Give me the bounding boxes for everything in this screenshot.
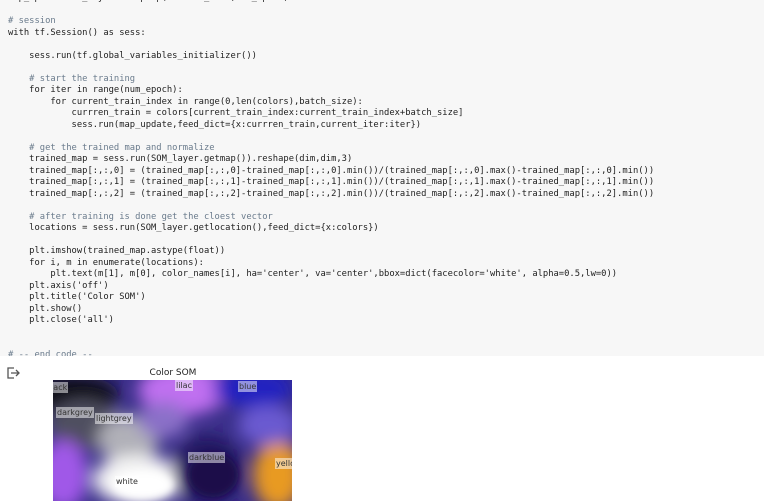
code-comment-line: # get the trained map and normalize <box>8 142 215 153</box>
figure-title: Color SOM <box>149 368 197 378</box>
som-label-yellow: yellow <box>275 458 292 469</box>
som-label-blue: blue <box>238 381 258 392</box>
code-editor[interactable]: map_update=SOM_layer.backprop(current_it… <box>8 0 654 356</box>
output-area: Color SOM ack lilac blue darkgrey lightg… <box>0 356 764 501</box>
code-line: for i, m in enumerate(locations): <box>8 257 204 268</box>
som-label-darkblue: darkblue <box>188 452 226 463</box>
code-line: trained_map = sess.run(SOM_layer.getmap(… <box>8 154 353 164</box>
cell-gutter <box>0 0 6 356</box>
som-label-lilac: lilac <box>175 380 193 391</box>
code-line: plt.axis('off') <box>8 280 109 291</box>
code-line: sess.run(tf.global_variables_initializer… <box>8 50 257 61</box>
code-comment-line: # start the training <box>8 73 136 84</box>
code-line: trained_map[:,:,1] = (trained_map[:,:,1]… <box>8 177 655 187</box>
som-label-white: white <box>115 476 139 487</box>
code-line: for current_train_index in range(0,len(c… <box>8 96 363 107</box>
som-label-lightgrey: lightgrey <box>95 413 133 424</box>
code-cell[interactable]: map_update=SOM_layer.backprop(current_it… <box>0 0 764 356</box>
som-label-black: black <box>53 382 69 393</box>
code-line: plt.show() <box>8 303 83 314</box>
som-map-graphic <box>53 380 292 501</box>
code-line: plt.title('Color SOM') <box>8 292 146 302</box>
code-comment-line: # session <box>8 16 56 26</box>
code-line: trained_map[:,:,0] = (trained_map[:,:,0]… <box>8 165 655 176</box>
code-line: currren_train = colors[current_train_ind… <box>8 108 464 118</box>
code-line: for iter in range(num_epoch): <box>8 85 183 95</box>
code-line: plt.close('all') <box>8 315 114 325</box>
code-line: trained_map[:,:,2] = (trained_map[:,:,2]… <box>8 188 655 199</box>
code-line: with tf.Session() as sess: <box>8 27 146 38</box>
code-line: plt.text(m[1], m[0], color_names[i], ha=… <box>8 269 618 279</box>
code-line: locations = sess.run(SOM_layer.getlocati… <box>8 223 379 233</box>
code-comment-line: # after training is done get the cloest … <box>8 211 273 222</box>
som-image: black lilac blue darkgrey lightgrey dark… <box>53 380 292 501</box>
code-line: plt.imshow(trained_map.astype(float)) <box>8 246 226 256</box>
som-label-darkgrey: darkgrey <box>56 407 94 418</box>
code-line: sess.run(map_update,feed_dict={x:currren… <box>8 119 422 130</box>
